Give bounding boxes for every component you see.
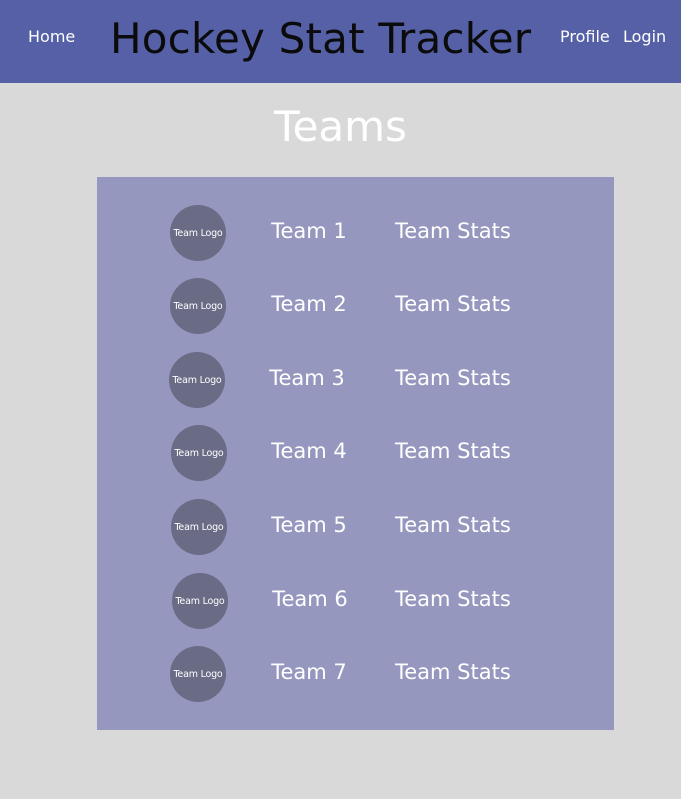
team-row: Team Logo Team 2 Team Stats [97,278,614,334]
app-title: Hockey Stat Tracker [110,14,532,63]
team-name-link[interactable]: Team 7 [271,660,347,684]
team-stats-link[interactable]: Team Stats [395,439,511,463]
team-logo-placeholder: Team Logo [170,205,226,261]
team-logo-placeholder: Team Logo [172,573,228,629]
page-title: Teams [274,102,407,151]
team-stats-link[interactable]: Team Stats [395,513,511,537]
team-name-link[interactable]: Team 3 [269,366,345,390]
team-name-link[interactable]: Team 1 [271,219,347,243]
top-nav-bar: Home Hockey Stat Tracker Profile Login [0,0,681,83]
team-row: Team Logo Team 7 Team Stats [97,646,614,702]
team-row: Team Logo Team 6 Team Stats [97,573,614,629]
team-name-link[interactable]: Team 2 [271,292,347,316]
nav-profile-link[interactable]: Profile [560,27,610,46]
team-logo-placeholder: Team Logo [170,278,226,334]
team-stats-link[interactable]: Team Stats [395,660,511,684]
team-name-link[interactable]: Team 6 [272,587,348,611]
team-logo-placeholder: Team Logo [169,352,225,408]
team-name-link[interactable]: Team 4 [271,439,347,463]
team-name-link[interactable]: Team 5 [271,513,347,537]
teams-list-panel: Team Logo Team 1 Team Stats Team Logo Te… [97,177,614,730]
team-stats-link[interactable]: Team Stats [395,292,511,316]
team-stats-link[interactable]: Team Stats [395,587,511,611]
team-stats-link[interactable]: Team Stats [395,366,511,390]
team-row: Team Logo Team 5 Team Stats [97,499,614,555]
nav-home-link[interactable]: Home [28,27,75,46]
team-row: Team Logo Team 4 Team Stats [97,425,614,481]
team-stats-link[interactable]: Team Stats [395,219,511,243]
team-row: Team Logo Team 1 Team Stats [97,205,614,261]
team-logo-placeholder: Team Logo [171,425,227,481]
team-row: Team Logo Team 3 Team Stats [97,352,614,408]
team-logo-placeholder: Team Logo [170,646,226,702]
team-logo-placeholder: Team Logo [171,499,227,555]
nav-login-link[interactable]: Login [623,27,666,46]
